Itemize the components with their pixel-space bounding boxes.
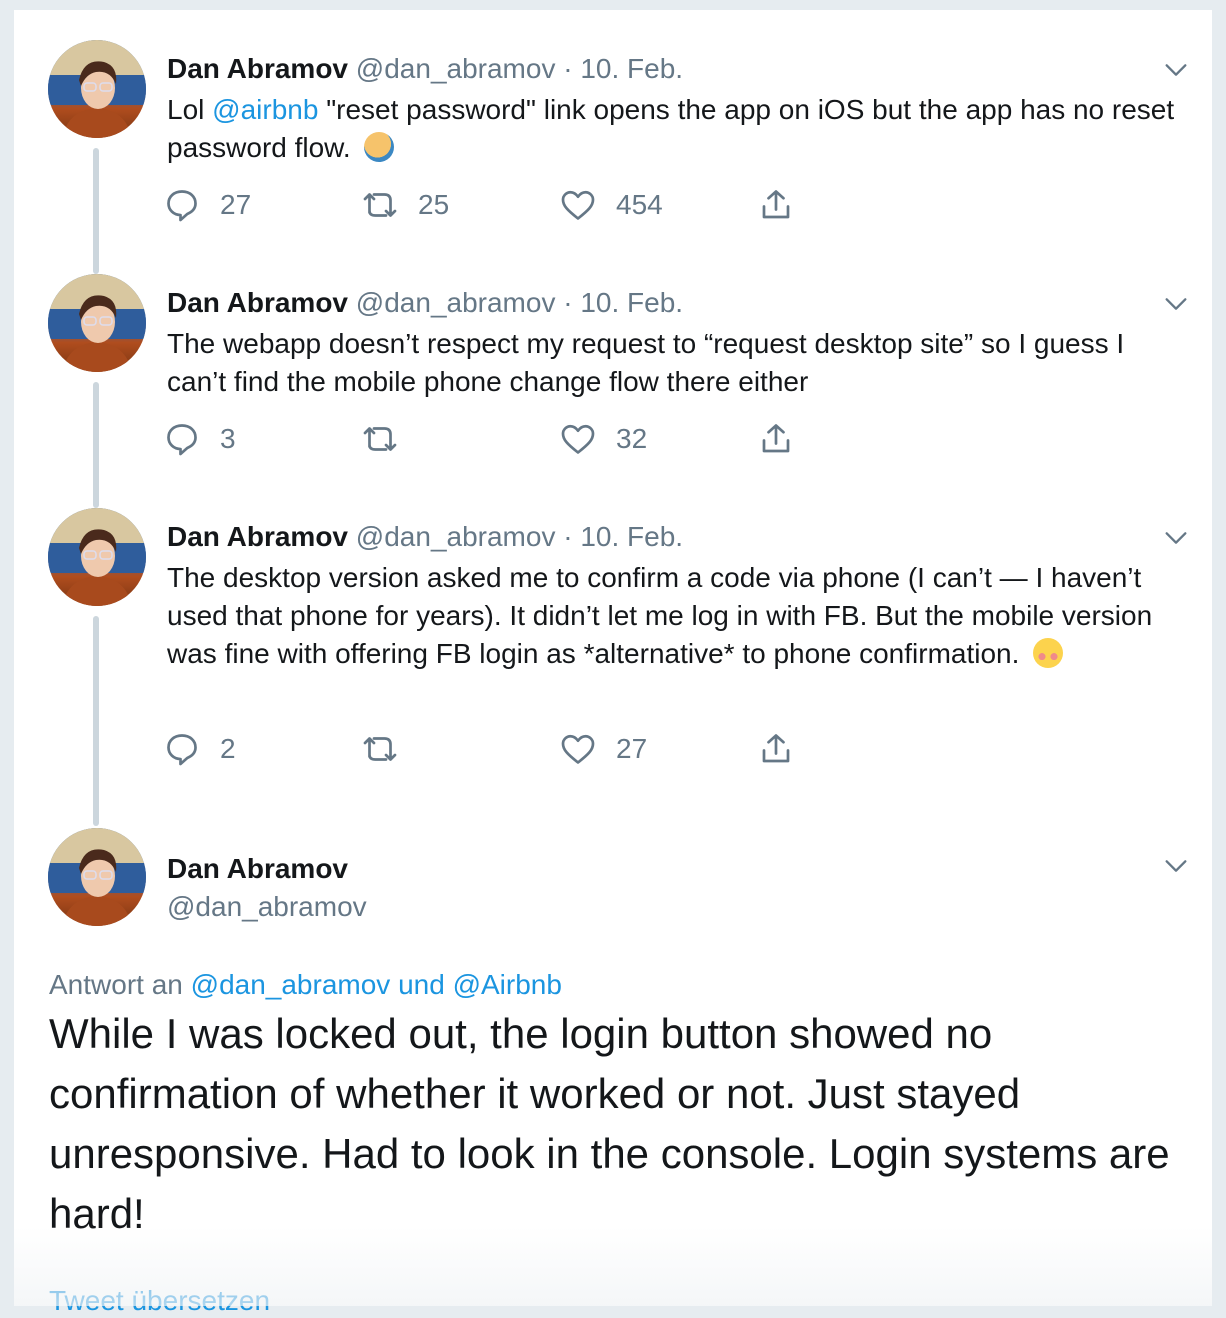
main-tweet-text: While I was locked out, the login button… <box>49 1010 1170 1237</box>
like-count: 27 <box>616 733 648 764</box>
avatar[interactable] <box>48 828 146 926</box>
share-button[interactable] <box>758 419 814 459</box>
translate-tweet-link[interactable]: Tweet übersetzen <box>49 1284 270 1318</box>
share-icon <box>762 190 790 219</box>
avatar[interactable] <box>48 274 146 372</box>
action-bar: 27 25 454 <box>164 185 864 225</box>
reply-button[interactable]: 3 <box>164 419 236 459</box>
flushed-emoji-icon <box>1033 638 1064 668</box>
action-bar: 3 32 <box>164 419 864 459</box>
separator-dot: · <box>563 287 573 318</box>
avatar[interactable] <box>48 40 146 138</box>
reply-count: 27 <box>220 189 252 220</box>
tweet[interactable]: Dan Abramov @dan_abramov · 10. Feb. Lol … <box>14 10 1212 244</box>
share-icon <box>762 734 790 763</box>
like-icon <box>561 190 595 220</box>
reply-prefix: Antwort an <box>49 969 191 1000</box>
like-icon <box>561 424 595 454</box>
tweet-date[interactable]: 10. Feb. <box>580 53 683 84</box>
retweet-icon <box>363 193 397 217</box>
tweet-header: Dan Abramov @dan_abramov · 10. Feb. <box>167 520 683 554</box>
chevron-down-icon[interactable] <box>1162 290 1190 318</box>
chevron-down-icon[interactable] <box>1162 524 1190 552</box>
chevron-down-icon[interactable] <box>1162 56 1190 84</box>
retweet-icon <box>363 737 397 761</box>
reply-mentions-link[interactable]: @dan_abramov und @Airbnb <box>191 969 562 1000</box>
separator-dot: · <box>563 53 573 84</box>
tweet-text-suffix: "reset password" link opens the app on i… <box>167 94 1175 163</box>
author-handle[interactable]: @dan_abramov <box>356 287 556 318</box>
reply-count: 3 <box>220 423 236 454</box>
chevron-down-icon[interactable] <box>1162 852 1190 880</box>
reply-button[interactable]: 2 <box>164 729 236 769</box>
avatar[interactable] <box>48 508 146 606</box>
like-icon <box>561 734 595 764</box>
like-button[interactable]: 32 <box>560 419 647 459</box>
like-button[interactable]: 27 <box>560 729 647 769</box>
author-handle[interactable]: @dan_abramov <box>356 521 556 552</box>
like-count: 454 <box>616 189 663 220</box>
mention-link[interactable]: @airbnb <box>212 94 318 125</box>
retweet-count: 25 <box>418 189 450 220</box>
tweet[interactable]: Dan Abramov @dan_abramov · 10. Feb. The … <box>14 244 1212 478</box>
separator-dot: · <box>563 521 573 552</box>
main-tweet: Dan Abramov @dan_abramov Antwort an @dan… <box>14 808 1212 1316</box>
facepalm-emoji-icon <box>364 132 395 162</box>
like-button[interactable]: 454 <box>560 185 663 225</box>
share-icon <box>762 424 790 453</box>
reply-button[interactable]: 27 <box>164 185 251 225</box>
thread-card: Dan Abramov @dan_abramov · 10. Feb. Lol … <box>14 10 1212 1316</box>
author-name[interactable]: Dan Abramov <box>167 53 348 84</box>
tweet[interactable]: Dan Abramov @dan_abramov · 10. Feb. The … <box>14 478 1212 808</box>
tweet-text-body: The desktop version asked me to confirm … <box>167 562 1153 669</box>
author-name[interactable]: Dan Abramov <box>167 852 348 886</box>
tweet-header: Dan Abramov @dan_abramov · 10. Feb. <box>167 52 683 86</box>
tweet-date[interactable]: 10. Feb. <box>580 521 683 552</box>
reply-icon <box>167 190 197 222</box>
reply-context: Antwort an @dan_abramov und @Airbnb <box>49 968 562 1002</box>
tweet-text-prefix: Lol <box>167 94 213 125</box>
share-button[interactable] <box>758 185 814 225</box>
retweet-button[interactable] <box>362 729 418 769</box>
tweet-text: Lol @airbnb "reset password" link opens … <box>167 91 1182 167</box>
retweet-button[interactable]: 25 <box>362 185 449 225</box>
reply-icon <box>167 734 197 766</box>
like-count: 32 <box>616 423 648 454</box>
retweet-button[interactable] <box>362 419 418 459</box>
tweet-header: Dan Abramov @dan_abramov · 10. Feb. <box>167 286 683 320</box>
author-name[interactable]: Dan Abramov <box>167 521 348 552</box>
retweet-icon <box>363 427 397 451</box>
action-bar: 2 27 <box>164 729 864 769</box>
tweet-text: The desktop version asked me to confirm … <box>167 559 1182 673</box>
reply-icon <box>167 424 197 456</box>
author-handle[interactable]: @dan_abramov <box>167 890 367 924</box>
tweet-text: The webapp doesn’t respect my request to… <box>167 328 1125 397</box>
author-name[interactable]: Dan Abramov <box>167 287 348 318</box>
share-button[interactable] <box>758 729 814 769</box>
tweet-date[interactable]: 10. Feb. <box>580 287 683 318</box>
author-handle[interactable]: @dan_abramov <box>356 53 556 84</box>
reply-count: 2 <box>220 733 236 764</box>
